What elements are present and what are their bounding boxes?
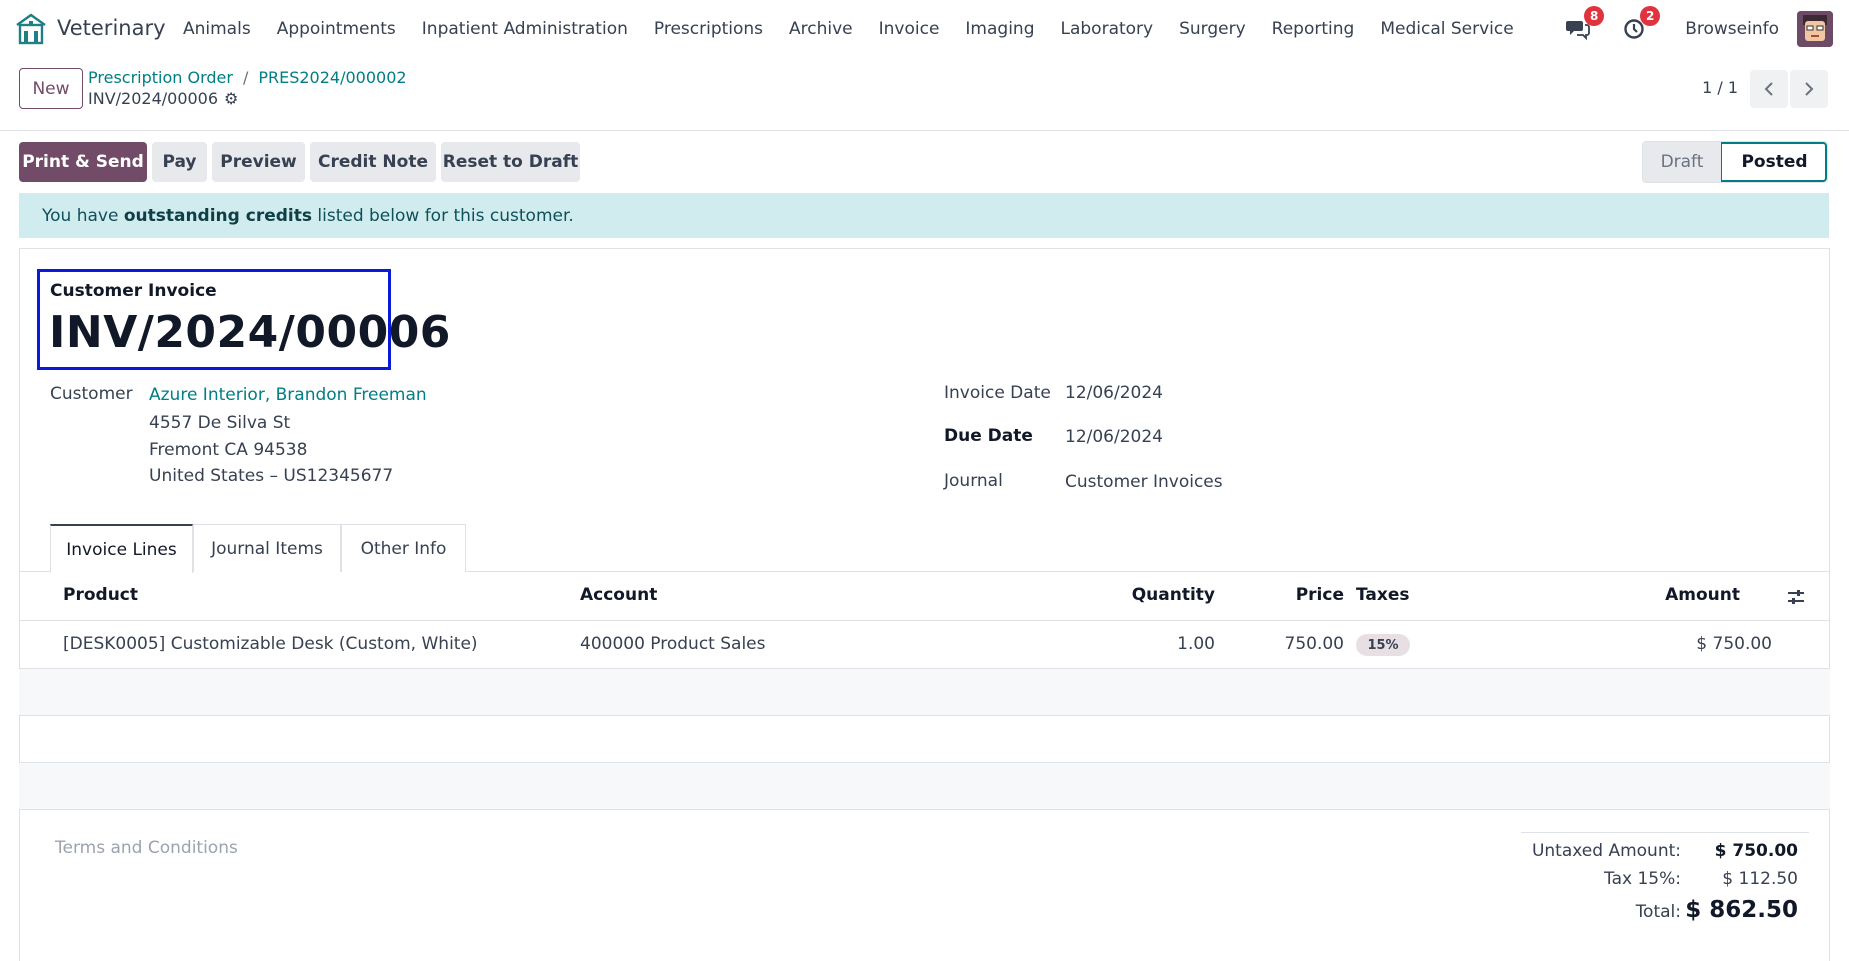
status-posted[interactable]: Posted (1721, 142, 1827, 182)
menu-item-invoice[interactable]: Invoice (866, 19, 953, 39)
gear-icon[interactable]: ⚙ (224, 89, 238, 108)
column-header-product[interactable]: Product (63, 585, 138, 605)
breadcrumb-separator: / (242, 68, 249, 87)
journal-value[interactable]: Customer Invoices (1065, 472, 1223, 492)
menu-item-surgery[interactable]: Surgery (1166, 19, 1259, 39)
menu-item-reporting[interactable]: Reporting (1259, 19, 1368, 39)
customer-name-link[interactable]: Azure Interior, Brandon Freeman (149, 385, 427, 405)
user-avatar[interactable] (1797, 11, 1833, 47)
tax-value: $ 112.50 (1722, 869, 1798, 889)
line-amount: $ 750.00 (1696, 634, 1772, 654)
menu-item-animals[interactable]: Animals (170, 19, 264, 39)
invoice-date-label: Invoice Date (944, 383, 1051, 403)
column-header-taxes[interactable]: Taxes (1356, 585, 1410, 605)
menu-item-medical-service[interactable]: Medical Service (1367, 19, 1526, 39)
control-panel-divider (0, 130, 1849, 131)
empty-row (19, 669, 1830, 715)
credit-note-button[interactable]: Credit Note (310, 142, 436, 182)
systray: 8 2 Browseinfo (1565, 0, 1849, 58)
pager-previous-button[interactable] (1750, 70, 1788, 108)
menu-item-appointments[interactable]: Appointments (264, 19, 409, 39)
menu-item-inpatient-administration[interactable]: Inpatient Administration (409, 19, 641, 39)
column-settings-icon[interactable] (1786, 587, 1806, 607)
activities-badge: 2 (1640, 6, 1661, 26)
messages-icon[interactable]: 8 (1565, 6, 1605, 42)
line-product-link[interactable]: [DESK0005] Customizable Desk (Custom, Wh… (63, 634, 478, 654)
current-record-name: INV/2024/00006 (88, 89, 219, 108)
menu-item-prescriptions[interactable]: Prescriptions (641, 19, 776, 39)
chevron-right-icon (1805, 82, 1814, 96)
row-divider (19, 715, 1830, 716)
activities-icon[interactable]: 2 (1621, 6, 1661, 42)
reset-to-draft-button[interactable]: Reset to Draft (441, 142, 580, 182)
alert-bold-text: outstanding credits (123, 205, 312, 226)
column-header-amount[interactable]: Amount (1665, 585, 1740, 605)
menu-item-imaging[interactable]: Imaging (952, 19, 1047, 39)
pay-button[interactable]: Pay (152, 142, 207, 182)
breadcrumb: Prescription Order / PRES2024/000002 (88, 68, 407, 87)
untaxed-amount-value: $ 750.00 (1714, 841, 1798, 861)
invoice-type-label: Customer Invoice (50, 281, 217, 301)
alert-prefix: You have (42, 205, 124, 226)
line-quantity: 1.00 (1177, 634, 1215, 654)
customer-address-line-2: Fremont CA 94538 (149, 440, 308, 460)
column-header-account[interactable]: Account (580, 585, 657, 605)
row-divider (19, 809, 1830, 810)
column-header-quantity[interactable]: Quantity (1132, 585, 1215, 605)
column-header-price[interactable]: Price (1296, 585, 1344, 605)
invoice-number: INV/2024/00006 (49, 307, 451, 358)
breadcrumb-prescription-order[interactable]: Prescription Order (88, 68, 233, 87)
tab-other-info[interactable]: Other Info (341, 524, 466, 572)
app-name[interactable]: Veterinary (57, 16, 166, 40)
empty-row (19, 763, 1830, 809)
chevron-left-icon (1764, 82, 1773, 96)
due-date-value[interactable]: 12/06/2024 (1065, 427, 1163, 447)
new-button[interactable]: New (19, 68, 83, 109)
tax-label: Tax 15%: (1604, 869, 1681, 889)
status-draft[interactable]: Draft (1643, 142, 1721, 182)
messages-badge: 8 (1584, 6, 1605, 26)
untaxed-amount-label: Untaxed Amount: (1531, 841, 1681, 861)
tab-journal-items[interactable]: Journal Items (193, 524, 341, 572)
due-date-label: Due Date (944, 426, 1033, 446)
customer-label: Customer (50, 384, 133, 404)
status-posted-label: Posted (1741, 152, 1808, 172)
menu-item-archive[interactable]: Archive (776, 19, 866, 39)
journal-label: Journal (944, 471, 1003, 491)
print-send-button[interactable]: Print & Send (19, 142, 147, 182)
company-switcher[interactable]: Browseinfo (1685, 19, 1779, 39)
totals-divider (1521, 832, 1809, 833)
veterinary-app-icon[interactable] (14, 12, 48, 46)
terms-and-conditions-field[interactable]: Terms and Conditions (55, 838, 238, 858)
line-account: 400000 Product Sales (580, 634, 766, 654)
preview-button[interactable]: Preview (212, 142, 305, 182)
status-bar: Draft Posted (1642, 141, 1828, 183)
line-price: 750.00 (1284, 634, 1344, 654)
main-menu: Animals Appointments Inpatient Administr… (170, 0, 1527, 58)
breadcrumb-current: INV/2024/00006 ⚙ (88, 89, 238, 108)
customer-address-line-3: United States – US12345677 (149, 466, 394, 486)
table-header-divider (19, 620, 1830, 621)
invoice-date-value[interactable]: 12/06/2024 (1065, 383, 1163, 403)
tab-invoice-lines[interactable]: Invoice Lines (50, 524, 193, 573)
total-label: Total: (1635, 902, 1681, 922)
pager-value[interactable]: 1 / 1 (1702, 78, 1738, 97)
customer-address-line-1: 4557 De Silva St (149, 413, 291, 433)
user-avatar-icon (1797, 11, 1833, 47)
tax-badge: 15% (1356, 634, 1410, 656)
breadcrumb-prescription-number[interactable]: PRES2024/000002 (258, 68, 406, 87)
total-value: $ 862.50 (1685, 897, 1798, 923)
top-navbar: Veterinary Animals Appointments Inpatien… (0, 0, 1849, 58)
pager-next-button[interactable] (1790, 70, 1828, 108)
outstanding-credits-alert: You have outstanding credits listed belo… (19, 193, 1829, 238)
menu-item-laboratory[interactable]: Laboratory (1048, 19, 1167, 39)
alert-suffix: listed below for this customer. (311, 205, 574, 226)
